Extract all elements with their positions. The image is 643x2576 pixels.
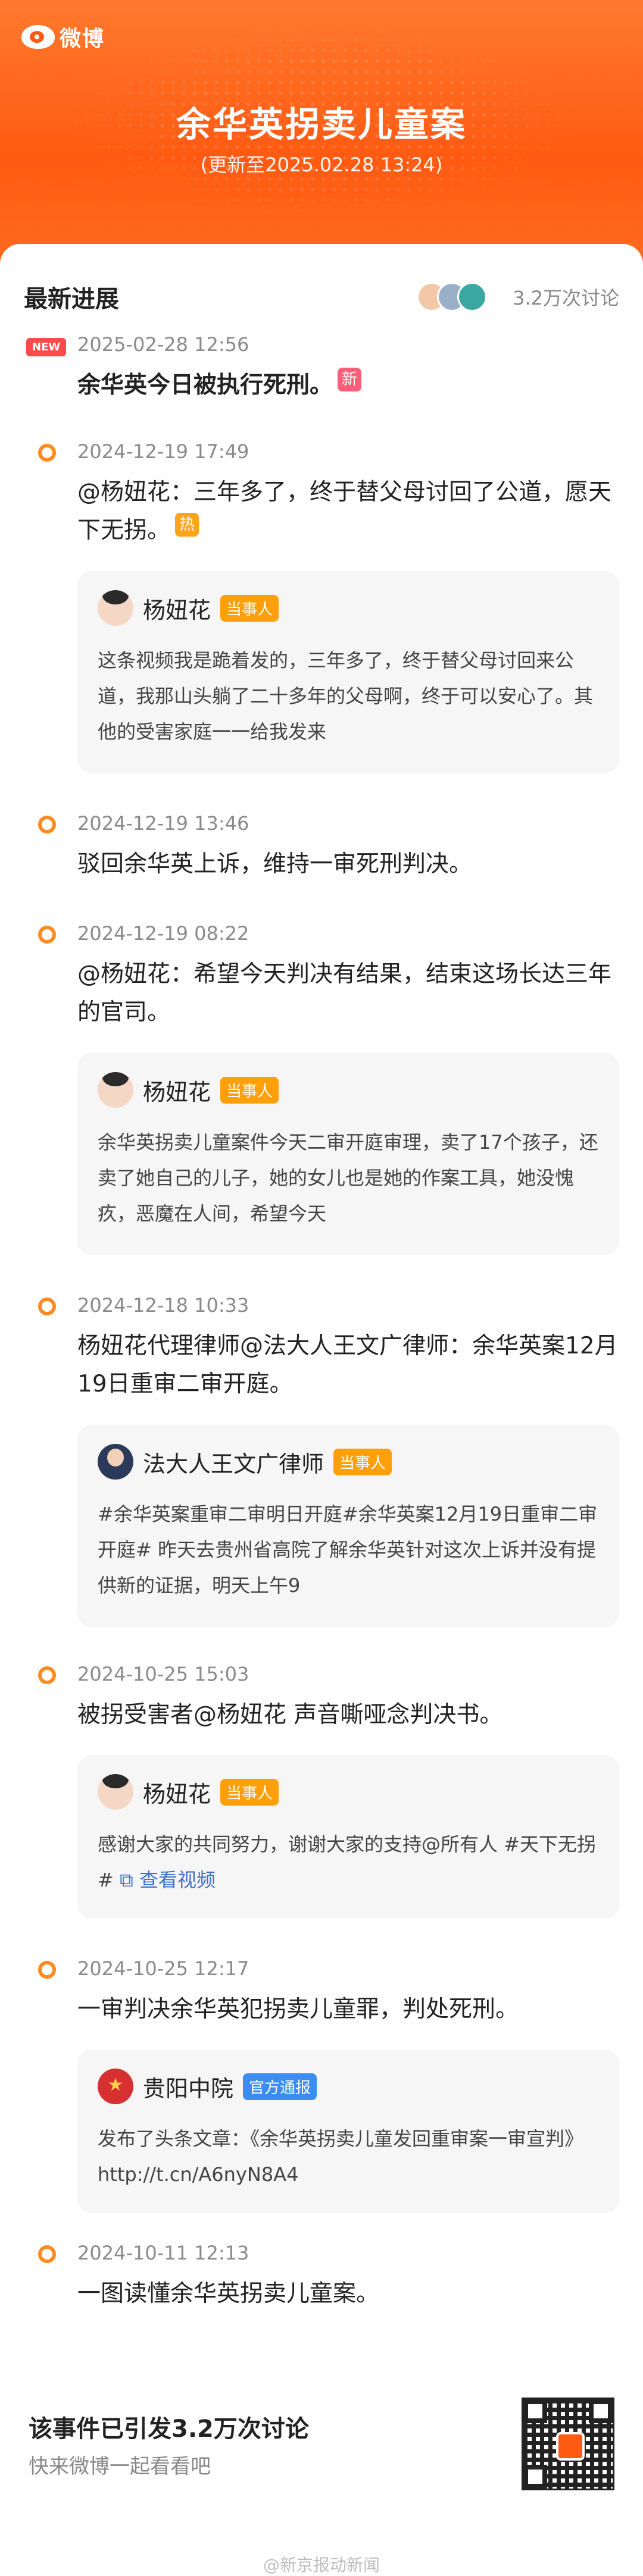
quote-author: 杨妞花 当事人 [98, 1071, 279, 1109]
entry-headline[interactable]: 一审判决余华英犯拐卖儿童罪，判处死刑。 [77, 1991, 619, 2029]
watermark: @新京报动新闻 [263, 2555, 380, 2575]
timeline-entry[interactable]: 2024-10-11 12:13 一图读懂余华英拐卖儿童案。 [24, 2242, 619, 2325]
new-tag-icon: 新 [338, 368, 362, 391]
entry-time: 2024-10-11 12:13 [77, 2242, 249, 2264]
view-video-link[interactable]: ⧉ 查看视频 [120, 1869, 216, 1891]
timeline-entry[interactable]: 2024-12-18 10:33 杨妞花代理律师@法大人王文广律师：余华英案12… [24, 1294, 619, 1627]
weibo-logo[interactable]: 微博 [21, 21, 105, 52]
quote-card[interactable]: 杨妞花 当事人 这条视频我是跪着发的，三年多了，终于替父母讨回来公道，我那山头躺… [77, 571, 619, 773]
quote-text: 感谢大家的共同努力，谢谢大家的支持@所有人 #天下无拐# ⧉ 查看视频 [98, 1826, 599, 1898]
entry-time: 2025-02-28 12:56 [77, 333, 249, 356]
discussion-count[interactable]: 3.2万次讨论 [513, 283, 619, 311]
entry-headline[interactable]: @杨妞花：希望今天判决有结果，结束这场长达三年的官司。 [77, 955, 619, 1032]
update-time: (更新至2025.02.28 13:24) [200, 153, 443, 176]
entry-text: 余华英今日被执行死刑。 [77, 372, 333, 399]
timeline-entry[interactable]: 2024-12-19 08:22 @杨妞花：希望今天判决有结果，结束这场长达三年… [24, 922, 619, 1255]
timeline-dot-icon [38, 2245, 56, 2263]
quote-card[interactable]: 杨妞花 当事人 感谢大家的共同努力，谢谢大家的支持@所有人 #天下无拐# ⧉ 查… [77, 1755, 619, 1919]
qr-code[interactable] [522, 2398, 614, 2490]
timeline-dot-icon [38, 926, 56, 944]
participant-avatars [417, 282, 488, 312]
quote-author: 杨妞花 当事人 [98, 589, 279, 627]
avatar [457, 282, 487, 312]
party-badge: 当事人 [220, 594, 279, 622]
entry-headline[interactable]: 余华英今日被执行死刑。新 [77, 366, 619, 405]
timeline-dot-icon [38, 1298, 56, 1315]
entry-headline[interactable]: 驳回余华英上诉，维持一审死刑判决。 [77, 845, 619, 883]
timeline-dot-icon [38, 1961, 56, 1979]
party-badge: 当事人 [220, 1778, 279, 1806]
quote-text: 余华英拐卖儿童案件今天二审开庭审理，卖了17个孩子，还卖了她自己的儿子，她的女儿… [98, 1131, 598, 1225]
party-badge: 当事人 [333, 1448, 392, 1475]
video-play-icon: ⧉ [119, 1869, 133, 1891]
quote-author-name: 杨妞花 [143, 1781, 211, 1807]
entry-time: 2024-12-18 10:33 [77, 1294, 249, 1317]
new-badge: NEW [26, 338, 67, 356]
entry-time: 2024-12-19 08:22 [77, 922, 249, 945]
event-title: 余华英拐卖儿童案 [176, 104, 467, 145]
timeline-entry[interactable]: NEW 2025-02-28 12:56 余华英今日被执行死刑。新 [24, 333, 619, 422]
progress-card: 最新进展 3.2万次讨论 NEW 2025-02-28 12:56 余华英今日被… [0, 244, 643, 2575]
footer-title: 该事件已引发3.2万次讨论 [29, 2415, 309, 2443]
footer-subtitle: 快来微博一起看看吧 [29, 2455, 211, 2478]
party-badge: 当事人 [220, 1076, 279, 1104]
entry-time: 2024-12-19 17:49 [77, 440, 249, 463]
view-video-label: 查看视频 [139, 1869, 216, 1891]
quote-author: 贵阳中院 官方通报 [98, 2067, 317, 2105]
logo-text: 微博 [60, 27, 105, 51]
timeline-entry[interactable]: 2024-10-25 15:03 被拐受害者@杨妞花 声音嘶哑念判决书。 杨妞花… [24, 1663, 619, 1948]
entry-headline[interactable]: @杨妞花：三年多了，终于替父母讨回了公道，愿天下无拐。热 [77, 474, 619, 550]
entry-time: 2024-10-25 15:03 [77, 1663, 249, 1685]
quote-card[interactable]: 杨妞花 当事人 余华英拐卖儿童案件今天二审开庭审理，卖了17个孩子，还卖了她自己… [77, 1053, 619, 1255]
quote-author: 法大人王文广律师 当事人 [98, 1443, 392, 1481]
entry-text: @杨妞花：三年多了，终于替父母讨回了公道，愿天下无拐。 [77, 479, 612, 544]
quote-author-name: 法大人王文广律师 [143, 1450, 324, 1477]
qr-finder [523, 2399, 547, 2423]
court-emblem-icon [98, 2069, 133, 2104]
timeline-entry[interactable]: 2024-10-25 12:17 一审判决余华英犯拐卖儿童罪，判处死刑。 贵阳中… [24, 1957, 619, 2219]
entry-time: 2024-12-19 13:46 [77, 812, 249, 835]
progress-heading-row: 最新进展 3.2万次讨论 [24, 280, 619, 315]
event-header: 微博 余华英拐卖儿童案 (更新至2025.02.28 13:24) [0, 0, 643, 262]
avatar [98, 1774, 133, 1810]
hot-tag-icon: 热 [175, 513, 199, 537]
avatar [98, 590, 133, 626]
quote-text: 发布了头条文章：《余华英拐卖儿童发回重审案一审宣判》 http://t.cn/A… [98, 2127, 584, 2186]
qr-finder [589, 2399, 613, 2423]
entry-headline[interactable]: 一图读懂余华英拐卖儿童案。 [77, 2275, 619, 2313]
progress-heading: 最新进展 [24, 286, 119, 313]
entry-headline[interactable]: 杨妞花代理律师@法大人王文广律师：余华英案12月19日重审二审开庭。 [77, 1327, 619, 1403]
entry-headline[interactable]: 被拐受害者@杨妞花 声音嘶哑念判决书。 [77, 1696, 619, 1734]
timeline-entry[interactable]: 2024-12-19 17:49 @杨妞花：三年多了，终于替父母讨回了公道，愿天… [24, 440, 619, 773]
timeline-entry[interactable]: 2024-12-19 13:46 驳回余华英上诉，维持一审死刑判决。 [24, 812, 619, 895]
avatar [98, 1072, 133, 1108]
qr-finder [523, 2465, 547, 2489]
timeline-dot-icon [38, 1666, 56, 1684]
weibo-logo-icon [556, 2432, 585, 2461]
official-badge: 官方通报 [243, 2073, 317, 2100]
quote-text: 这条视频我是跪着发的，三年多了，终于替父母讨回来公道，我那山头躺了二十多年的父母… [98, 649, 594, 743]
avatar [98, 1444, 133, 1480]
quote-text: #余华英案重审二审明日开庭#余华英案12月19日重审二审开庭# 昨天去贵州省高院… [98, 1503, 598, 1597]
quote-card[interactable]: 法大人王文广律师 当事人 #余华英案重审二审明日开庭#余华英案12月19日重审二… [77, 1425, 619, 1627]
entry-time: 2024-10-25 12:17 [77, 1957, 249, 1980]
quote-card[interactable]: 贵阳中院 官方通报 发布了头条文章：《余华英拐卖儿童发回重审案一审宣判》 htt… [77, 2049, 619, 2213]
quote-author-name: 贵阳中院 [143, 2075, 234, 2102]
timeline-dot-icon [38, 444, 56, 462]
weibo-eye-icon [21, 25, 55, 49]
quote-author-name: 杨妞花 [143, 1079, 211, 1105]
quote-author-name: 杨妞花 [143, 597, 211, 623]
quote-author: 杨妞花 当事人 [98, 1773, 279, 1811]
timeline-dot-icon [38, 816, 56, 833]
